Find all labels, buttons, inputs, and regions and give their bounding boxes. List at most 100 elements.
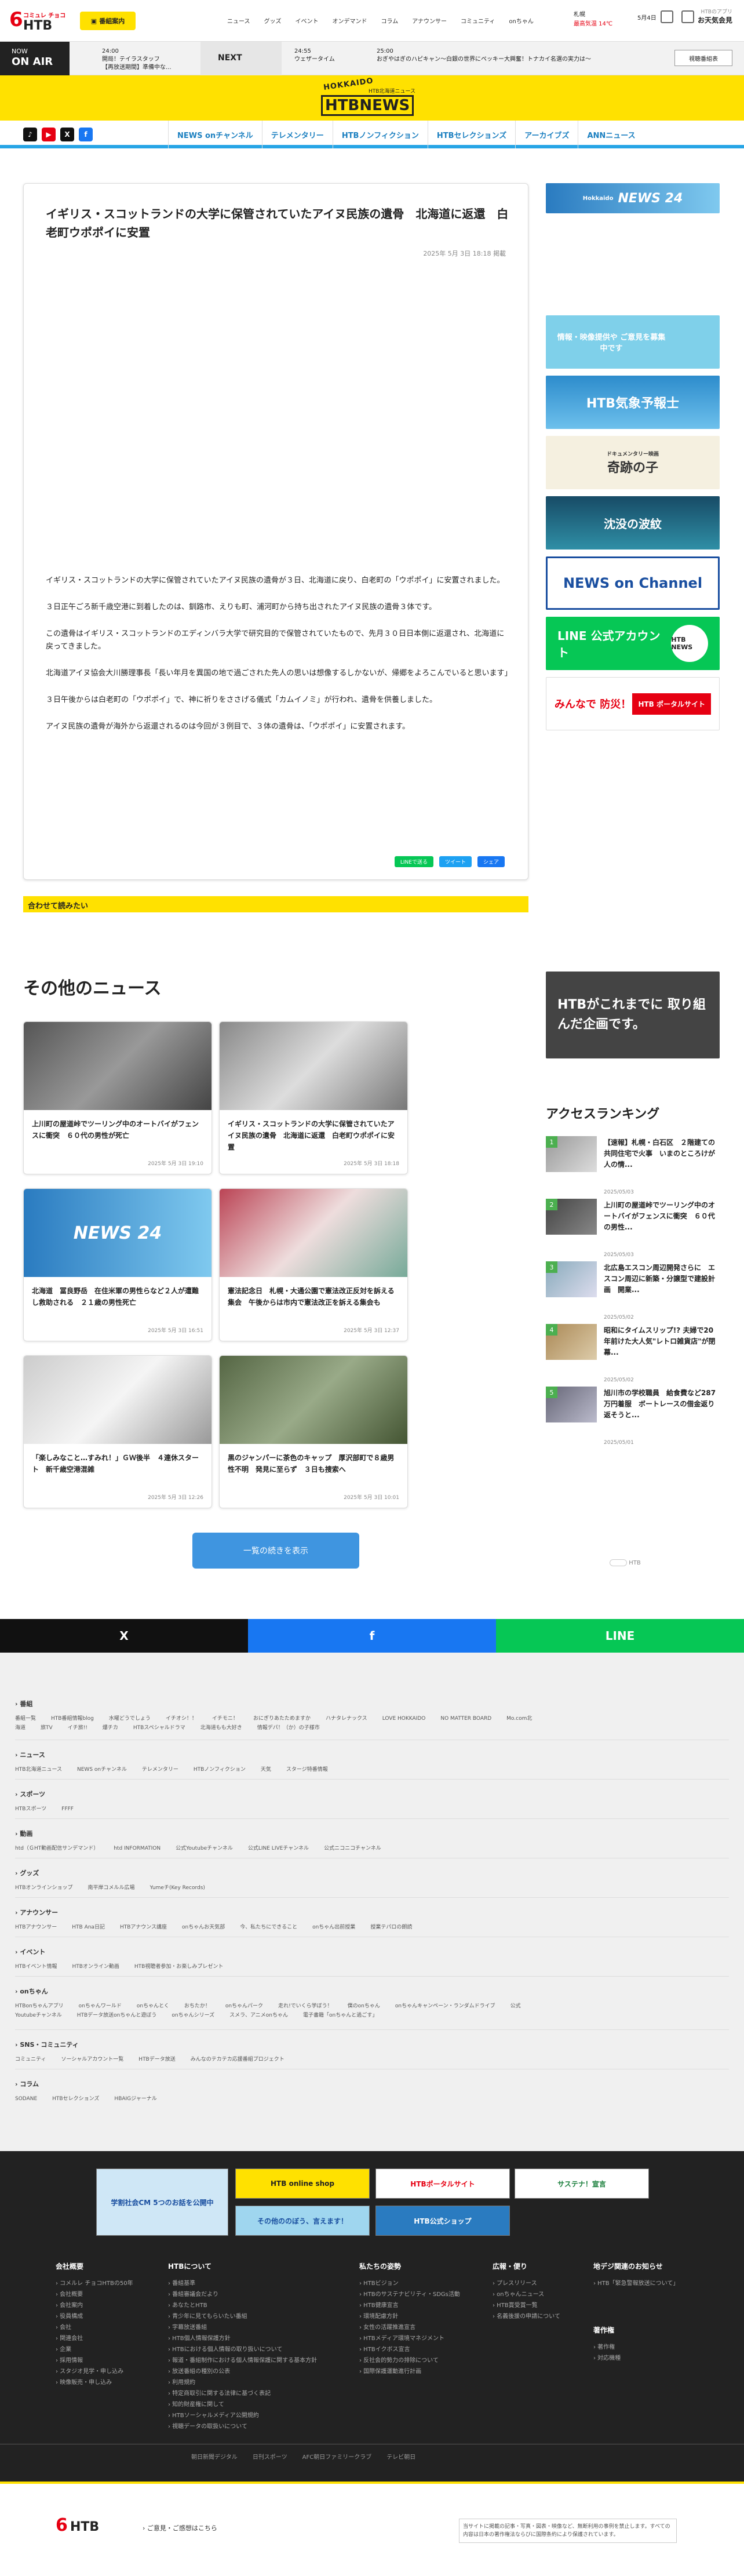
ranking-item[interactable]: 2 上川町の屋道峠でツーリング中のオートバイがフェンスに衝突 ６０代の男性...…	[546, 1199, 720, 1258]
footer-banner-shop[interactable]: HTB online shop	[235, 2169, 370, 2199]
footer-link[interactable]: › HTB「緊急警報放送について」	[593, 2278, 709, 2289]
topnav-item-1[interactable]: グッズ	[257, 16, 289, 25]
facebook-icon[interactable]: f	[79, 128, 93, 141]
sitemap-link[interactable]: onちゃんシリーズ	[172, 2013, 214, 2018]
footer-link[interactable]: › 字幕放送番組	[168, 2322, 342, 2333]
sitemap-link[interactable]: HTBスポーツ	[15, 1806, 46, 1812]
info-banner[interactable]: 情報・映像提供や ご意見を募集中です	[546, 315, 720, 369]
topnav-item-3[interactable]: オンデマンド	[326, 16, 374, 25]
sitemap-link[interactable]: HTBデータ放送	[138, 2057, 175, 2062]
news-card[interactable]: 上川町の屋道峠でツーリング中のオートバイがフェンスに衝突 ６０代の男性が死亡 2…	[23, 1021, 212, 1174]
sitemap-link[interactable]: 公式LINE LIVEチャンネル	[248, 1846, 309, 1851]
sitemap-link[interactable]: 走れ!でいくら学ぼう！	[278, 2003, 333, 2009]
sitemap-link[interactable]: おちたか！	[184, 2003, 210, 2009]
footer-link[interactable]: › 関連会社	[56, 2333, 160, 2344]
news-card[interactable]: 「楽しみなこと…すみれ！」ＧＷ後半 ４連休スタート 新千歳空港混雑 2025年 …	[23, 1355, 212, 1508]
mail-icon[interactable]	[681, 10, 694, 23]
footer-link[interactable]: › スタジオ見学・申し込み	[56, 2366, 160, 2377]
weather-icon[interactable]	[661, 10, 673, 23]
sitemap-link[interactable]: HTBオンライン動画	[72, 1964, 119, 1970]
sitemap-link[interactable]: HTBノンフィクション	[194, 1767, 246, 1773]
footer-link[interactable]: › 知的財産権に関して	[168, 2399, 342, 2410]
sitemap-link[interactable]: HTB番組情報blog	[51, 1716, 94, 1722]
sitemap-link[interactable]: 番組一覧	[15, 1716, 36, 1722]
sitemap-link[interactable]: HTB北海道ニュース	[15, 1767, 62, 1773]
footer-link[interactable]: › 女性の活躍推進宣言	[359, 2322, 469, 2333]
tweet-button[interactable]: ツイート	[439, 856, 472, 867]
footer-link[interactable]: › 映像販売・申し込み	[56, 2377, 160, 2388]
sitemap-link[interactable]: onちゃんキャンペーン・ランダムドライブ	[395, 2003, 495, 2009]
sitemap-link[interactable]: 北海道もも大好き	[200, 1725, 242, 1731]
footer-link[interactable]: › 報道・番組制作における個人情報保護に関する基本方針	[168, 2355, 342, 2366]
news-card[interactable]: 憲法記念日 札幌・大通公園で憲法改正反対を訴える集会 午後からは市内で憲法改正を…	[219, 1188, 408, 1341]
sitemap-link[interactable]: LOVE HOKKAIDO	[382, 1716, 426, 1722]
htb-news-logo[interactable]: HOKKAIDO HTB北海道ニュース HTBNEWS	[313, 77, 429, 117]
sitemap-link[interactable]: おにぎりあたためますか	[253, 1716, 311, 1722]
sitemap-link[interactable]: onちゃんお天気部	[182, 1924, 225, 1930]
youtube-icon[interactable]: ▶	[42, 128, 56, 141]
nav-item-news-on-channel[interactable]: NEWS onチャンネル	[168, 121, 262, 148]
next-program-2[interactable]: 25:00 おぎやはぎのハピキャン～白銀の世界にペッキー大興奮！トナカイ名選の実…	[377, 48, 678, 64]
tiktok-icon[interactable]: ♪	[23, 128, 37, 141]
ranking-item[interactable]: 5 旭川市の学校職員 給食費など287万円着服 ボートレースの借金返り返そうと.…	[546, 1387, 720, 1446]
sitemap-link[interactable]: スタージ特番情報	[286, 1767, 328, 1773]
footer-bottom-link[interactable]: AFC朝日ファミリークラブ	[302, 2452, 372, 2461]
footer-link[interactable]: › あなたとHTB	[168, 2300, 342, 2311]
forecaster-banner[interactable]: HTB気象予報士	[546, 376, 720, 429]
sitemap-link[interactable]: HTB視聴者参加・お楽しみプレゼント	[134, 1964, 223, 1970]
sitemap-link[interactable]: HTBスペシャルドラマ	[133, 1725, 185, 1731]
footer-bottom-link[interactable]: 朝日新聞デジタル	[191, 2452, 238, 2461]
ranking-item[interactable]: 4 昭和にタイムスリップ!? 夫婦で20年前けた大人気"レトロ雑貨店"が閉幕..…	[546, 1324, 720, 1383]
sitemap-link[interactable]: 旅TV	[41, 1725, 53, 1731]
sitemap-link[interactable]: NEWS onチャンネル	[77, 1767, 127, 1773]
topnav-item-7[interactable]: onちゃん	[502, 16, 540, 25]
share-facebook-button[interactable]: f	[248, 1619, 496, 1653]
footer-link[interactable]: › HTBソーシャルメディア公開規約	[168, 2410, 342, 2421]
sitemap-link[interactable]: HTBオンラインショップ	[15, 1885, 72, 1891]
sitemap-link[interactable]: onちゃんとく	[137, 2003, 169, 2009]
footer-link[interactable]: › コメルレ チョコHTBの50年	[56, 2278, 160, 2289]
program-table-button[interactable]: 視聴番組表	[674, 50, 732, 66]
news24-banner[interactable]: Hokkaido NEWS 24	[546, 183, 720, 213]
sitemap-link[interactable]: イチモニ！	[212, 1716, 238, 1722]
footer-link[interactable]: › 著作権	[593, 2342, 709, 2353]
footer-banner-portal[interactable]: HTBポータルサイト	[375, 2169, 510, 2199]
htb-logo[interactable]: 6 コミュレ チョコ HTB	[9, 8, 67, 34]
sitemap-link[interactable]: HBAIGジャーナル	[114, 2096, 156, 2102]
bottom-logo[interactable]: 6 HTB	[56, 2515, 99, 2535]
sitemap-link[interactable]: 公式Youtubeチャンネル	[176, 1846, 233, 1851]
sitemap-link[interactable]: ソーシャルアカウント一覧	[61, 2057, 123, 2062]
footer-link[interactable]: › 役員構成	[56, 2311, 160, 2322]
footer-link[interactable]: › HTB個人情報保護方針	[168, 2333, 342, 2344]
sitemap-link[interactable]: onちゃんパーク	[225, 2003, 263, 2009]
topnav-item-5[interactable]: アナウンサー	[405, 16, 454, 25]
footer-link[interactable]: › 青少年に見てもらいたい番組	[168, 2311, 342, 2322]
sitemap-link[interactable]: 電子書籍「onちゃんと過ごす」	[303, 2013, 377, 2018]
x-icon[interactable]: X	[60, 128, 74, 141]
nav-item-selections[interactable]: HTBセレクションズ	[427, 121, 515, 148]
sitemap-link[interactable]: 公式ニコニコチャンネル	[324, 1846, 381, 1851]
nav-item-ann-news[interactable]: ANNニュース	[578, 121, 644, 148]
sitemap-link[interactable]: FFFF	[61, 1806, 74, 1812]
nav-item-nonfiction[interactable]: HTBノンフィクション	[332, 121, 428, 148]
share-x-button[interactable]: X	[0, 1619, 248, 1653]
footer-link[interactable]: › 企業	[56, 2344, 160, 2355]
footer-link[interactable]: › HTBのサステナビリティ・SDGs活動	[359, 2289, 469, 2300]
footer-link[interactable]: › プレスリリース	[493, 2278, 585, 2289]
now-program[interactable]: 24:00 開局！テイラスタッフ 【再放送期間】準備中な...	[102, 48, 172, 72]
ranking-item[interactable]: 3 北広島エスコン周辺開発さらに エスコン周辺に新築・分譲型で建設計画 開業..…	[546, 1261, 720, 1320]
topnav-item-4[interactable]: コラム	[374, 16, 406, 25]
chinbotsu-banner[interactable]: 沈没の波紋	[546, 496, 720, 550]
sitemap-link[interactable]: イチ旅!!	[68, 1725, 87, 1731]
sitemap-link[interactable]: みんなのテカテカ応援番組プロジェクト	[191, 2057, 285, 2062]
topnav-item-0[interactable]: ニュース	[220, 16, 257, 25]
sitemap-link[interactable]: 天気	[261, 1767, 271, 1773]
news-on-channel-banner[interactable]: NEWS on Channel	[546, 556, 720, 610]
sitemap-link[interactable]: 今、私たちにできること	[240, 1924, 297, 1930]
footer-banner-voice[interactable]: その他ののぼう、言えます！	[235, 2206, 370, 2236]
facebook-share-button[interactable]: シェア	[477, 856, 505, 867]
footer-link[interactable]: › HTBメディア環境マネジメント	[359, 2333, 469, 2344]
footer-link[interactable]: › 会社	[56, 2322, 160, 2333]
share-line-button[interactable]: LINE	[496, 1619, 744, 1653]
footer-link[interactable]: › 番組基準	[168, 2278, 342, 2289]
